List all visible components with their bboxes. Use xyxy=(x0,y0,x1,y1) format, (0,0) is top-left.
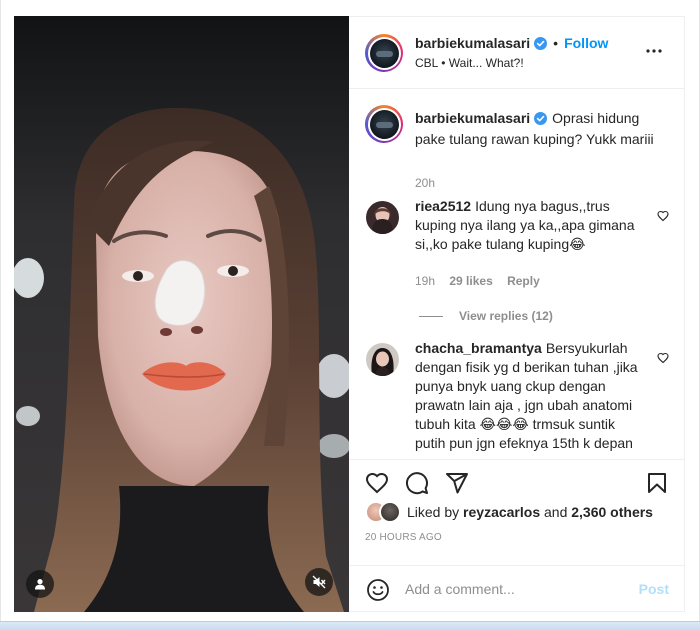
comment-meta: 19h 29 likes Reply xyxy=(415,274,551,288)
share-button[interactable] xyxy=(445,471,469,500)
liker-avatars[interactable] xyxy=(365,501,403,523)
verified-badge-icon xyxy=(534,111,548,130)
view-replies-button[interactable]: View replies (12) xyxy=(419,309,553,323)
heart-icon xyxy=(657,210,669,222)
like-button[interactable] xyxy=(365,471,389,500)
emoji-icon xyxy=(367,579,389,601)
liked-by-row: Liked by reyzacarlos and 2,360 others xyxy=(365,500,653,524)
paper-plane-icon xyxy=(446,473,468,494)
post-comment-button[interactable]: Post xyxy=(639,581,669,597)
follow-button[interactable]: Follow xyxy=(564,35,608,51)
add-comment-bar: Post xyxy=(349,565,685,613)
replies-divider xyxy=(419,315,443,317)
caption-author-avatar[interactable] xyxy=(365,105,403,143)
liked-by-user[interactable]: reyzacarlos xyxy=(463,504,540,520)
comment-input[interactable] xyxy=(405,579,625,599)
comment-like-button[interactable] xyxy=(657,351,669,369)
view-replies-label: View replies (12) xyxy=(459,309,553,323)
comment-text: Bersyukurlah dengan fisik yg d berikan t… xyxy=(415,340,638,451)
post-window: barbiekumalasari • Follow CBL • Wait... Wh… xyxy=(0,0,700,629)
liker-avatar xyxy=(379,501,401,523)
video-frame-image xyxy=(14,16,349,612)
comment-icon xyxy=(406,472,428,495)
comment-like-button[interactable] xyxy=(657,209,669,227)
bookmark-icon xyxy=(648,473,666,493)
audio-subtitle[interactable]: CBL • Wait... What?! xyxy=(415,56,524,70)
post-time-ago[interactable]: 20 HOURS AGO xyxy=(365,532,442,543)
comment-username[interactable]: chacha_bramantya xyxy=(415,340,542,356)
author-username[interactable]: barbiekumalasari xyxy=(415,35,530,51)
comments-list[interactable]: barbiekumalasari Oprasi hidung pake tulan… xyxy=(349,89,685,459)
caption-text-block: barbiekumalasari Oprasi hidung pake tulan… xyxy=(415,109,655,149)
caption-username[interactable]: barbiekumalasari xyxy=(415,110,530,126)
user-tag-icon xyxy=(35,579,45,590)
liked-by-others[interactable]: 2,360 others xyxy=(571,504,653,520)
mute-button[interactable] xyxy=(305,568,333,596)
post-header: barbiekumalasari • Follow CBL • Wait... Wh… xyxy=(349,17,685,89)
more-dots-icon xyxy=(646,49,662,53)
reply-button[interactable]: Reply xyxy=(507,274,540,288)
caption-meta: 20h xyxy=(415,176,446,190)
comment-text-block: riea2512 Idung nya bagus,,trus kuping nya… xyxy=(415,197,641,254)
post-details-panel: barbiekumalasari • Follow CBL • Wait... Wh… xyxy=(349,16,685,612)
author-avatar[interactable] xyxy=(365,34,403,72)
comment-time[interactable]: 19h xyxy=(415,274,435,288)
commenter-avatar[interactable] xyxy=(366,201,399,234)
heart-icon xyxy=(365,472,389,494)
post-action-bar xyxy=(349,459,685,503)
emoji-button[interactable] xyxy=(366,578,390,607)
tagged-users-button[interactable] xyxy=(26,570,54,598)
comment-text-block: chacha_bramantya Bersyukurlah dengan fisi… xyxy=(415,339,641,453)
heart-icon xyxy=(657,352,669,364)
liked-by-prefix: Liked by xyxy=(407,504,464,520)
comment-username[interactable]: riea2512 xyxy=(415,198,471,214)
post-media-video[interactable] xyxy=(14,16,349,612)
verified-badge-icon xyxy=(534,37,548,55)
comment-button[interactable] xyxy=(405,471,429,500)
comment-likes[interactable]: 29 likes xyxy=(449,274,492,288)
commenter-avatar[interactable] xyxy=(366,343,399,376)
liked-by-middle: and xyxy=(540,504,572,520)
more-options-button[interactable] xyxy=(645,41,663,59)
save-button[interactable] xyxy=(645,471,669,500)
muted-speaker-icon xyxy=(312,575,326,589)
caption-time[interactable]: 20h xyxy=(415,176,435,190)
separator-dot: • xyxy=(553,35,559,51)
